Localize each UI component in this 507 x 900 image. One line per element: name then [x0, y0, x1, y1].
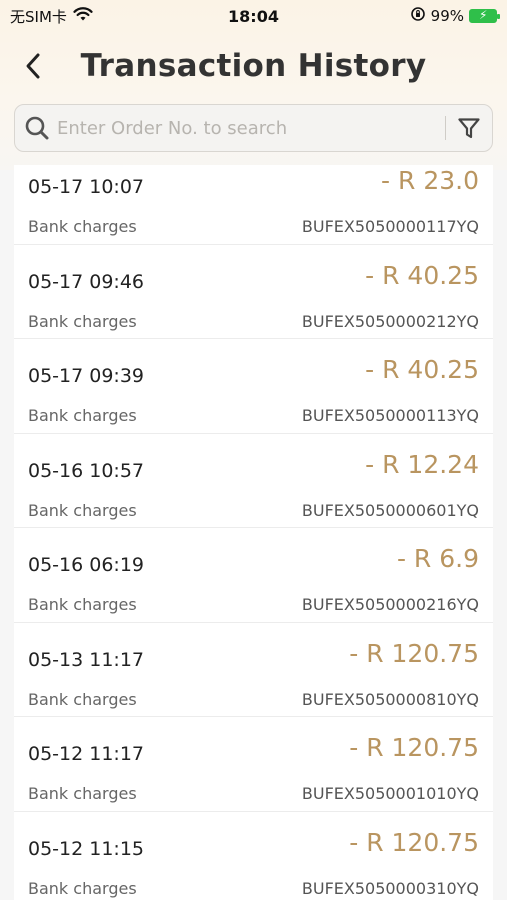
orientation-lock-icon	[410, 6, 426, 26]
transaction-type: Bank charges	[28, 406, 137, 425]
transaction-order-no: BUFEX5050001010YQ	[301, 784, 479, 803]
transaction-type: Bank charges	[28, 217, 137, 236]
search-bar	[14, 104, 493, 152]
transaction-type: Bank charges	[28, 500, 137, 520]
wifi-icon	[73, 6, 93, 26]
transaction-amount: - R 120.75	[349, 638, 479, 668]
transaction-datetime: 05-12 11:15	[28, 837, 145, 860]
nav-bar: Transaction History	[0, 38, 507, 94]
transaction-datetime: 05-17 09:39	[28, 365, 145, 387]
status-left: 无SIM卡	[10, 6, 93, 27]
transaction-row[interactable]: 05-12 11:15 - R 120.75 Bank charges BUFEX50…	[14, 811, 493, 900]
transaction-amount: - R 12.24	[365, 449, 479, 479]
search-icon	[17, 104, 57, 152]
transaction-row[interactable]: 05-12 11:17 - R 120.75 Bank charges BUFEX50…	[14, 717, 493, 812]
transaction-amount: - R 120.75	[349, 827, 479, 857]
transaction-type: Bank charges	[28, 689, 137, 709]
page-title: Transaction History	[80, 48, 427, 84]
transaction-datetime: 05-16 06:19	[28, 554, 145, 576]
transaction-order-no: BUFEX5050000601YQ	[301, 500, 479, 520]
transaction-row[interactable]: 05-16 10:57 - R 12.24 Bank charges BUFEX505…	[14, 433, 493, 528]
battery-percent: 99%	[430, 7, 464, 25]
transaction-amount: - R 40.25	[365, 355, 479, 384]
filter-icon	[458, 118, 480, 139]
transaction-list-inner: 05-17 10:07 - R 23.0 Bank charges BUFEX5050…	[14, 165, 493, 900]
filter-button[interactable]	[446, 105, 492, 151]
transaction-datetime: 05-13 11:17	[28, 648, 145, 671]
transaction-type: Bank charges	[28, 878, 137, 898]
transaction-order-no: BUFEX5050000216YQ	[301, 595, 479, 614]
transaction-row[interactable]: 05-17 10:07 - R 23.0 Bank charges BUFEX5050…	[14, 165, 493, 245]
status-bar: 无SIM卡 18:04 99% ⚡	[0, 0, 507, 32]
transaction-type: Bank charges	[28, 595, 137, 614]
transaction-datetime: 05-16 10:57	[28, 459, 145, 482]
transaction-order-no: BUFEX5050000310YQ	[301, 878, 479, 898]
transaction-order-no: BUFEX5050000810YQ	[301, 689, 479, 709]
status-right: 99% ⚡	[410, 6, 500, 26]
transaction-amount: - R 6.9	[396, 544, 479, 573]
transaction-type: Bank charges	[28, 311, 137, 331]
transaction-amount: - R 120.75	[349, 733, 479, 762]
transaction-datetime: 05-17 09:46	[28, 270, 145, 293]
transaction-amount: - R 40.25	[365, 260, 479, 290]
transaction-row[interactable]: 05-17 09:46 - R 40.25 Bank charges BUFEX505…	[14, 244, 493, 339]
battery-icon: ⚡	[469, 8, 500, 23]
carrier-label: 无SIM卡	[10, 7, 67, 26]
transaction-row[interactable]: 05-16 06:19 - R 6.9 Bank charges BUFEX50500…	[14, 528, 493, 623]
transaction-row[interactable]: 05-17 09:39 - R 40.25 Bank charges BUFEX505…	[14, 339, 493, 434]
transaction-row[interactable]: 05-13 11:17 - R 120.75 Bank charges BUFEX50…	[14, 622, 493, 717]
search-input[interactable]	[57, 105, 445, 151]
transaction-order-no: BUFEX5050000117YQ	[301, 217, 479, 236]
transaction-datetime: 05-17 10:07	[28, 176, 145, 198]
transaction-type: Bank charges	[28, 784, 137, 803]
transaction-order-no: BUFEX5050000113YQ	[301, 406, 479, 425]
transaction-datetime: 05-12 11:17	[28, 743, 145, 765]
transaction-order-no: BUFEX5050000212YQ	[301, 311, 479, 331]
transaction-amount: - R 23.0	[381, 166, 479, 195]
transaction-list: 05-17 10:07 - R 23.0 Bank charges BUFEX5050…	[14, 165, 493, 900]
